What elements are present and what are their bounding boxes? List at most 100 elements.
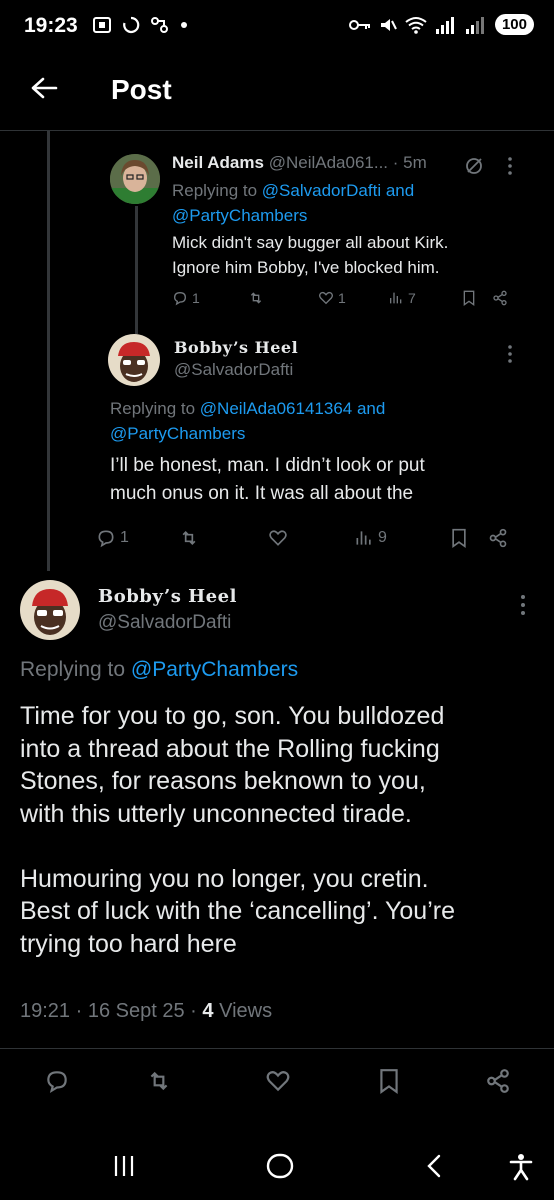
signal-icon xyxy=(435,16,457,34)
separator: · xyxy=(392,153,399,172)
recent-apps-icon[interactable] xyxy=(112,1154,136,1178)
status-system-icons: 100 xyxy=(348,14,534,35)
tweet-line: Mick didn't say bugger all about Kirk. xyxy=(172,233,449,252)
mention-link[interactable]: @PartyChambers xyxy=(131,658,298,681)
replying-to: Replying to @NeilAda06141364 and @PartyC… xyxy=(110,396,510,446)
tweet-line: Time for you to go, son. You bulldozed xyxy=(20,702,445,730)
tweet-text: I’ll be honest, man. I didn’t look or pu… xyxy=(110,452,425,508)
reply-header: Neil Adams @NeilAda061... · 5m xyxy=(172,153,427,173)
replying-to: Replying to @SalvadorDafti and @PartyCha… xyxy=(172,178,512,228)
mute-icon xyxy=(379,16,397,34)
action-bar: 1 9 xyxy=(96,526,526,550)
like-button[interactable] xyxy=(264,1068,292,1094)
avatar[interactable] xyxy=(108,334,160,386)
share-button[interactable] xyxy=(488,528,508,548)
author-name[interactable]: Bobby’s Heel xyxy=(98,586,237,607)
status-time: 19:23 xyxy=(24,14,78,37)
repost-button[interactable] xyxy=(178,528,200,548)
post-time[interactable]: 5m xyxy=(403,153,427,172)
reply-button[interactable]: 1 xyxy=(96,528,129,548)
tweet-line: much onus on it. It was all about the xyxy=(110,483,414,504)
tweet-line: trying too hard here xyxy=(20,929,237,958)
repost-button[interactable] xyxy=(248,290,264,306)
dot-icon xyxy=(180,21,188,29)
signal-2-icon xyxy=(465,16,487,34)
mention-link[interactable]: @SalvadorDafti xyxy=(262,181,381,200)
link-icon xyxy=(150,16,170,34)
status-bar: 19:23 100 xyxy=(0,0,554,56)
main-action-bar xyxy=(0,1066,554,1096)
tweet-text: Time for you to go, son. You bulldozed i… xyxy=(20,700,455,960)
view-count: 4 xyxy=(202,1000,214,1022)
separator: · xyxy=(75,1000,83,1022)
tweet-line: Humouring you no longer, you cretin. xyxy=(20,864,429,893)
replying-to: Replying to @PartyChambers xyxy=(20,658,298,682)
more-options-icon[interactable] xyxy=(506,344,514,364)
status-notification-icons xyxy=(92,16,188,34)
view-count: 9 xyxy=(378,529,387,546)
system-nav-bar xyxy=(0,1120,554,1200)
page-title: Post xyxy=(111,74,172,105)
thread-line xyxy=(47,131,50,571)
view-count: 7 xyxy=(408,290,416,306)
tweet-line: Best of luck with the ‘cancelling’. You’… xyxy=(20,897,455,925)
author-handle[interactable]: @SalvadorDafti xyxy=(174,360,293,380)
replying-prefix: Replying to xyxy=(172,181,258,200)
separator: · xyxy=(190,1000,197,1022)
page-header: Post xyxy=(0,56,554,131)
main-tweet: Bobby’s Heel @SalvadorDafti Replying to … xyxy=(0,570,554,1040)
tweet-line: Ignore him Bobby, I've blocked him. xyxy=(172,258,440,277)
mention-link[interactable]: @PartyChambers xyxy=(110,424,245,443)
tweet-line: with this utterly unconnected tirade. xyxy=(20,799,412,828)
like-button[interactable] xyxy=(268,528,288,548)
reply-count: 1 xyxy=(192,290,200,306)
action-bar: 1 1 7 xyxy=(172,288,512,308)
key-icon xyxy=(348,18,371,32)
divider xyxy=(0,1048,554,1049)
like-button[interactable]: 1 xyxy=(318,290,346,306)
tweet-line: I’ll be honest, man. I didn’t look or pu… xyxy=(110,455,425,476)
replying-prefix: Replying to xyxy=(110,399,196,418)
repost-button[interactable] xyxy=(145,1068,173,1094)
reply-tweet[interactable]: Neil Adams @NeilAda061... · 5m Replying … xyxy=(110,150,530,310)
slash-circle-icon xyxy=(464,156,484,176)
more-options-icon[interactable] xyxy=(519,594,527,616)
wifi-icon xyxy=(405,16,427,34)
mention-link[interactable]: @PartyChambers xyxy=(172,206,307,225)
bookmark-button[interactable] xyxy=(377,1068,401,1094)
bookmark-button[interactable] xyxy=(462,290,476,306)
accessibility-icon[interactable] xyxy=(508,1153,534,1181)
author-handle[interactable]: @SalvadorDafti xyxy=(98,612,231,634)
like-count: 1 xyxy=(338,290,346,306)
sync-icon xyxy=(122,16,140,34)
mention-link[interactable]: @NeilAda06141364 xyxy=(200,399,352,418)
views-button[interactable]: 9 xyxy=(354,528,387,548)
bookmark-button[interactable] xyxy=(450,528,468,548)
home-icon[interactable] xyxy=(266,1153,294,1179)
replying-prefix: Replying to xyxy=(20,658,126,681)
author-name[interactable]: Bobby’s Heel xyxy=(174,338,298,357)
mention-and: and xyxy=(385,181,415,200)
tweet-text: Mick didn't say bugger all about Kirk. I… xyxy=(172,230,448,280)
mention-and: and xyxy=(356,399,386,418)
reply-button[interactable]: 1 xyxy=(172,290,200,306)
back-icon[interactable] xyxy=(425,1153,443,1179)
avatar[interactable] xyxy=(20,580,80,640)
post-meta: 19:21 · 16 Sept 25 · 4 Views xyxy=(20,1000,272,1023)
avatar[interactable] xyxy=(110,154,160,204)
views-label[interactable]: Views xyxy=(219,1000,272,1022)
back-arrow-icon[interactable] xyxy=(30,76,58,100)
post-date[interactable]: 16 Sept 25 xyxy=(88,1000,185,1022)
screenshot-icon xyxy=(92,16,112,34)
post-time[interactable]: 19:21 xyxy=(20,1000,70,1022)
share-button[interactable] xyxy=(492,290,508,306)
reply-count: 1 xyxy=(120,529,129,546)
author-name[interactable]: Neil Adams xyxy=(172,153,264,172)
author-handle[interactable]: @NeilAda061... xyxy=(269,153,388,172)
more-options-icon[interactable] xyxy=(506,156,514,176)
share-button[interactable] xyxy=(485,1068,511,1094)
views-button[interactable]: 7 xyxy=(388,290,416,306)
reply-tweet[interactable]: Bobby’s Heel @SalvadorDafti Replying to … xyxy=(98,330,528,560)
battery-indicator: 100 xyxy=(494,14,534,35)
reply-button[interactable] xyxy=(44,1068,70,1094)
